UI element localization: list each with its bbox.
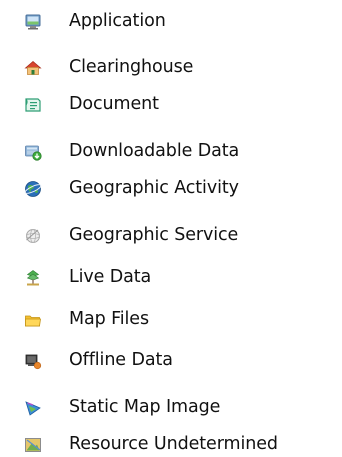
- legend-item-geographic-activity: Geographic Activity: [0, 175, 342, 201]
- legend-item-downloadable-data: Downloadable Data: [0, 138, 342, 164]
- map-files-icon: [24, 311, 42, 329]
- legend-item-label: Static Map Image: [69, 397, 221, 417]
- legend-item-label: Downloadable Data: [69, 141, 240, 161]
- legend-item-resource-undetermined: Resource Undetermined: [0, 431, 342, 457]
- resource-undetermined-icon: [24, 436, 42, 454]
- legend-item-label: Offline Data: [69, 350, 173, 370]
- offline-data-icon: [24, 352, 42, 370]
- legend-item-clearinghouse: Clearinghouse: [0, 54, 342, 80]
- application-icon: [24, 13, 42, 31]
- legend-item-application: Application: [0, 8, 342, 34]
- resource-type-legend: Application Clearinghouse Document Downl…: [0, 0, 342, 457]
- geographic-activity-icon: [24, 180, 42, 198]
- legend-item-offline-data: Offline Data: [0, 347, 342, 373]
- legend-item-live-data: Live Data: [0, 264, 342, 290]
- legend-item-geographic-service: Geographic Service: [0, 222, 342, 248]
- legend-item-label: Map Files: [69, 309, 149, 329]
- clearinghouse-icon: [24, 59, 42, 77]
- legend-item-label: Document: [69, 94, 159, 114]
- legend-item-map-files: Map Files: [0, 306, 342, 332]
- legend-item-label: Clearinghouse: [69, 57, 194, 77]
- geographic-service-icon: [24, 227, 42, 245]
- static-map-image-icon: [24, 399, 42, 417]
- downloadable-data-icon: [24, 143, 42, 161]
- document-icon: [24, 96, 42, 114]
- legend-item-static-map-image: Static Map Image: [0, 394, 342, 420]
- live-data-icon: [24, 269, 42, 287]
- legend-item-label: Resource Undetermined: [69, 434, 278, 454]
- legend-item-label: Application: [69, 11, 166, 31]
- legend-item-label: Geographic Activity: [69, 178, 239, 198]
- legend-item-label: Live Data: [69, 267, 152, 287]
- legend-item-label: Geographic Service: [69, 225, 239, 245]
- legend-item-document: Document: [0, 91, 342, 117]
